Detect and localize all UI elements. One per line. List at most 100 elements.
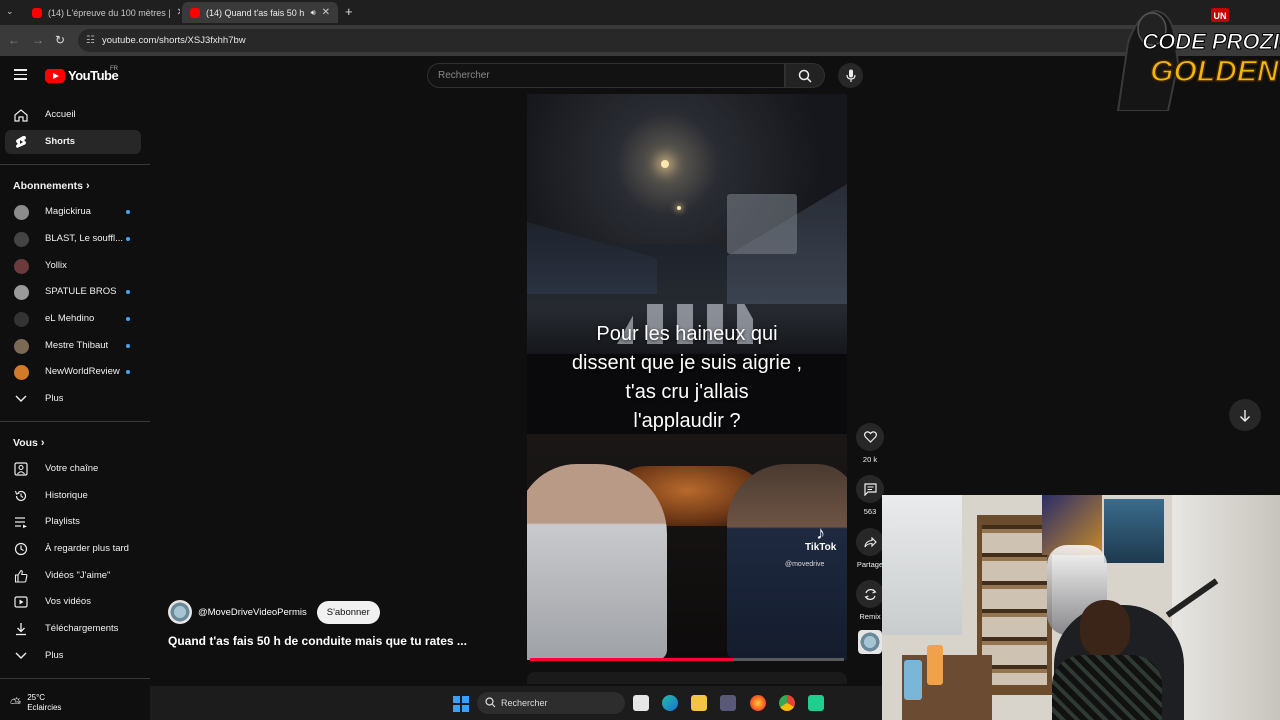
chevron-down-icon bbox=[13, 649, 29, 663]
sidebar-item-label: Vidéos "J'aime" bbox=[45, 570, 111, 581]
channel-name[interactable]: @MoveDriveVideoPermis bbox=[198, 607, 307, 618]
sidebar-item-vos-videos[interactable]: Vos vidéos bbox=[5, 590, 141, 614]
back-icon[interactable]: ← bbox=[8, 33, 20, 47]
sidebar-item-playlists[interactable]: Playlists bbox=[5, 510, 141, 534]
sidebar-item-label: Playlists bbox=[45, 516, 80, 527]
speaker-icon[interactable]: 🔊︎ bbox=[311, 8, 316, 18]
sidebar-item-label: Shorts bbox=[45, 136, 76, 147]
new-content-dot bbox=[126, 344, 130, 348]
webcam-bottle bbox=[904, 660, 922, 700]
voice-search-button[interactable] bbox=[838, 63, 863, 88]
tiktok-handle: @movedrive bbox=[785, 561, 825, 568]
video-progress-bar[interactable] bbox=[530, 658, 844, 661]
sidebar-item-label: Plus bbox=[45, 650, 64, 661]
webcam-bottle bbox=[927, 645, 943, 685]
windows-start-icon[interactable] bbox=[453, 696, 469, 712]
new-content-dot bbox=[126, 237, 130, 241]
video-title[interactable]: Quand t'as fais 50 h de conduite mais qu… bbox=[168, 634, 467, 648]
weather-widget[interactable]: ⛅︎ 25°C Eclaircies bbox=[0, 686, 150, 720]
sidebar-item-historique[interactable]: Historique bbox=[5, 484, 141, 508]
next-short-button[interactable] bbox=[1229, 399, 1261, 431]
reload-icon[interactable]: ↻ bbox=[55, 33, 65, 47]
site-info-icon[interactable]: ☷ bbox=[86, 35, 95, 46]
sidebar-item-mestre-thibaut[interactable]: Mestre Thibaut bbox=[5, 334, 141, 358]
edge-icon[interactable] bbox=[662, 695, 678, 711]
tab-close-icon[interactable]: ✕ bbox=[322, 7, 330, 18]
subscribe-button[interactable]: S'abonner bbox=[316, 600, 380, 624]
remix-button[interactable] bbox=[856, 580, 884, 608]
you-heading[interactable]: Vous › bbox=[13, 437, 45, 449]
sidebar-item-accueil[interactable]: Accueil bbox=[5, 103, 141, 127]
remix-action[interactable]: Remix bbox=[856, 580, 884, 621]
tab-title: (14) L'épreuve du 100 mètres | bbox=[48, 7, 171, 18]
share-button[interactable] bbox=[856, 528, 884, 556]
taskbar-search[interactable]: Rechercher bbox=[477, 692, 625, 714]
channel-avatar[interactable] bbox=[168, 600, 192, 624]
task-view-icon[interactable] bbox=[633, 695, 649, 711]
avatar bbox=[13, 284, 29, 300]
menu-icon[interactable] bbox=[14, 69, 27, 80]
like-button[interactable] bbox=[856, 423, 884, 451]
share-action[interactable]: Partage bbox=[856, 528, 884, 569]
sidebar-item-plus-2[interactable]: Plus bbox=[5, 644, 141, 668]
svg-text:CODE PROZIS: CODE PROZIS bbox=[1142, 29, 1280, 54]
comment-action[interactable]: 563 bbox=[856, 475, 884, 516]
sound-avatar[interactable] bbox=[858, 630, 882, 654]
firefox-icon[interactable] bbox=[750, 695, 766, 711]
next-short-preview[interactable] bbox=[527, 672, 847, 684]
channel-row: @MoveDriveVideoPermis S'abonner bbox=[168, 600, 380, 624]
forward-icon[interactable]: → bbox=[32, 33, 44, 47]
new-tab-button[interactable]: + bbox=[345, 4, 353, 19]
sidebar-item-blast[interactable]: BLAST, Le souffl... bbox=[5, 227, 141, 251]
sidebar-item-telechargements[interactable]: Téléchargements bbox=[5, 617, 141, 641]
subscriptions-heading[interactable]: Abonnements › bbox=[13, 180, 90, 192]
sidebar-item-label: Vos vidéos bbox=[45, 596, 91, 607]
sidebar-item-yollix[interactable]: Yollix bbox=[5, 254, 141, 278]
sidebar-item-label: Magickirua bbox=[45, 206, 91, 217]
tab-close-icon[interactable]: ✕ bbox=[177, 7, 180, 18]
youtube-logo[interactable]: YouTube FR bbox=[45, 66, 119, 83]
download-icon bbox=[13, 622, 29, 636]
new-content-dot bbox=[126, 290, 130, 294]
youtube-play-icon bbox=[45, 68, 65, 83]
sidebar-divider bbox=[0, 421, 150, 422]
share-label: Partage bbox=[856, 560, 884, 569]
sidebar-item-plus[interactable]: Plus bbox=[5, 387, 141, 411]
url-field[interactable]: ☷ youtube.com/shorts/XSJ3fxhh7bw bbox=[78, 29, 1158, 52]
sidebar-item-videos-jaime[interactable]: Vidéos "J'aime" bbox=[5, 564, 141, 588]
short-video-player[interactable]: Pour les haineux qui dissent que je suis… bbox=[527, 94, 847, 660]
like-action[interactable]: 20 k bbox=[856, 423, 884, 464]
webcam-streamer-head bbox=[1080, 600, 1130, 658]
new-content-dot bbox=[126, 370, 130, 374]
sidebar-item-votre-chaine[interactable]: Votre chaîne bbox=[5, 457, 141, 481]
sidebar-item-label: SPATULE BROS bbox=[45, 286, 117, 297]
youtube-favicon-icon bbox=[32, 7, 42, 18]
sidebar-item-magickirua[interactable]: Magickirua bbox=[5, 200, 141, 224]
home-icon bbox=[13, 108, 29, 122]
sidebar-item-label: NewWorldReview bbox=[45, 366, 120, 377]
tiktok-watermark: ♪ TikTok bbox=[805, 523, 837, 553]
streamer-logo-graphic: UN CODE PROZIS GOLDENG bbox=[1116, 8, 1280, 112]
tab-epreuve[interactable]: (14) L'épreuve du 100 mètres | ✕ bbox=[24, 2, 180, 23]
file-explorer-icon[interactable] bbox=[691, 695, 707, 711]
sidebar-item-a-regarder-plus-tard[interactable]: À regarder plus tard bbox=[5, 537, 141, 561]
store-icon[interactable] bbox=[720, 695, 736, 711]
sidebar-item-shorts[interactable]: Shorts bbox=[5, 130, 141, 154]
heart-icon bbox=[863, 431, 877, 443]
app-icon[interactable] bbox=[808, 695, 824, 711]
tab-list-chevron-icon[interactable]: ⌄ bbox=[6, 6, 14, 17]
sidebar-item-newworldreview[interactable]: NewWorldReview bbox=[5, 360, 141, 384]
search-button[interactable] bbox=[785, 63, 825, 88]
sidebar-item-spatule-bros[interactable]: SPATULE BROS bbox=[5, 280, 141, 304]
search-input[interactable]: Rechercher bbox=[427, 63, 785, 88]
tab-quand-tas-fais[interactable]: (14) Quand t'as fais 50 h de 🔊︎ ✕ bbox=[182, 2, 338, 23]
video-progress-fill bbox=[530, 658, 735, 661]
youtube-favicon-icon bbox=[190, 7, 200, 18]
video-scene-truck bbox=[727, 194, 797, 254]
sidebar-item-label: eL Mehdino bbox=[45, 313, 95, 324]
channel-icon bbox=[13, 462, 29, 476]
your-videos-icon bbox=[13, 595, 29, 609]
chrome-icon[interactable] bbox=[779, 695, 795, 711]
comment-button[interactable] bbox=[856, 475, 884, 503]
sidebar-item-el-mehdino[interactable]: eL Mehdino bbox=[5, 307, 141, 331]
